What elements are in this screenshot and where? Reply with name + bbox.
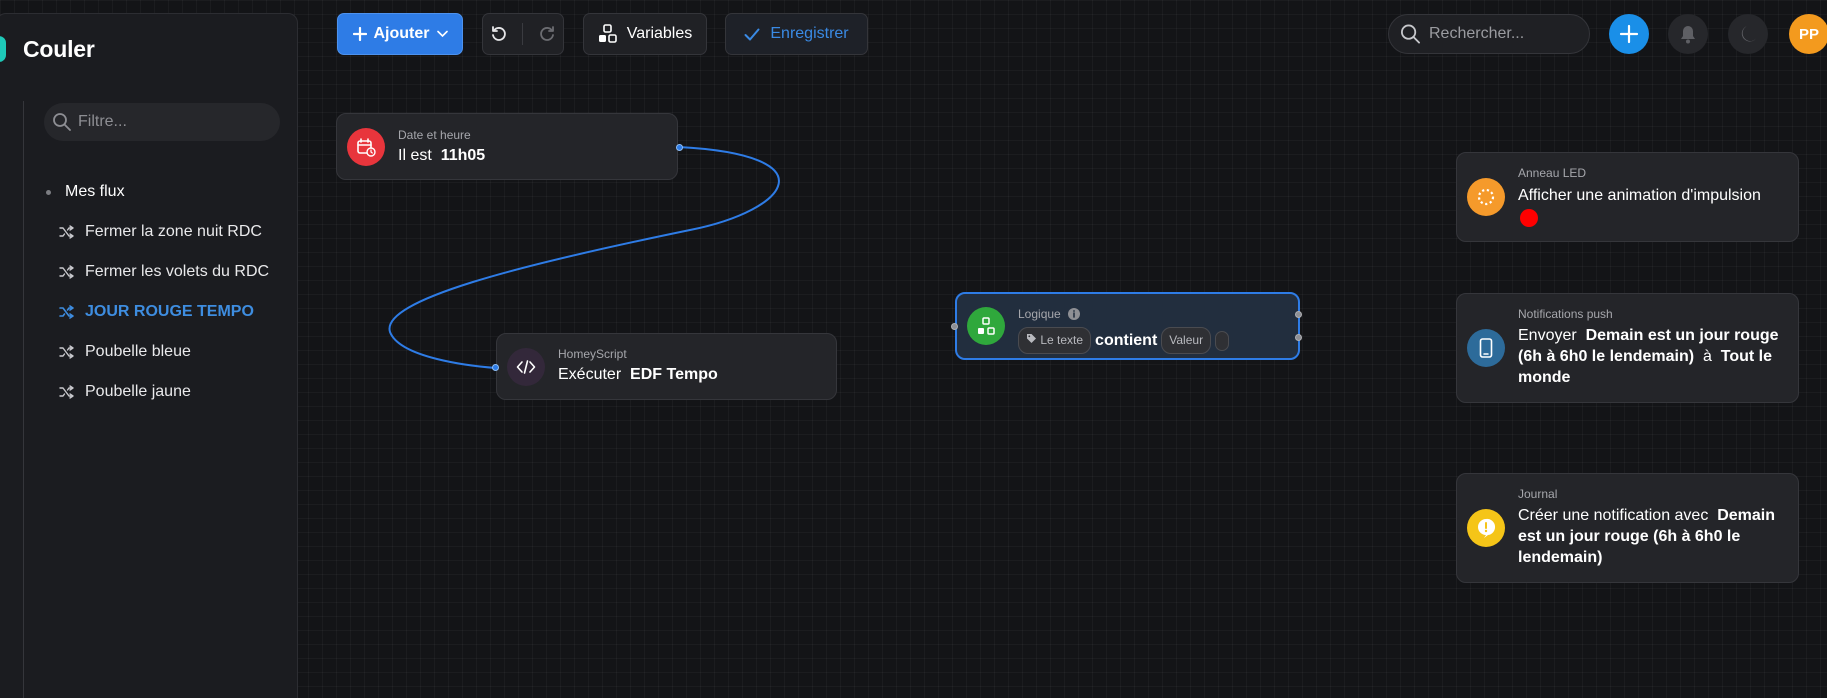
card-text-prefix: Créer une notification avec [1518, 507, 1709, 524]
variables-button[interactable]: Variables [583, 13, 707, 55]
code-icon [507, 348, 545, 386]
sidebar-item-jour-rouge-tempo[interactable]: JOUR ROUGE TEMPO [59, 303, 254, 321]
variables-button-label: Variables [626, 25, 693, 42]
card-text: Créer une notification avec Demain est u… [1518, 505, 1788, 568]
sidebar-rail [23, 101, 24, 698]
flow-shuffle-icon [59, 265, 74, 279]
search-icon [53, 113, 71, 131]
card-category: Journal [1518, 487, 1558, 501]
sidebar-item-label: Poubelle bleue [85, 343, 191, 360]
sidebar-item-poubelle-jaune[interactable]: Poubelle jaune [59, 383, 191, 401]
input-port[interactable] [951, 323, 958, 330]
sidebar-item-fermer-zone-nuit[interactable]: Fermer la zone nuit RDC [59, 223, 262, 241]
flow-shuffle-icon [59, 385, 74, 399]
card-value: 11h05 [440, 147, 486, 164]
card-text-prefix: Exécuter [558, 366, 622, 383]
card-value: contient [1095, 332, 1158, 349]
tag-icon [1027, 334, 1036, 343]
chevron-down-icon [436, 30, 448, 38]
input-port[interactable] [492, 364, 499, 371]
undo-redo-group [482, 13, 564, 55]
output-port[interactable] [676, 144, 683, 151]
card-category-row: Logique [1018, 307, 1081, 321]
card-text-prefix: Envoyer [1518, 327, 1577, 344]
save-button-label: Enregistrer [770, 25, 849, 42]
card-homeyscript[interactable]: HomeyScript Exécuter EDF Tempo [492, 333, 837, 400]
card-text-prefix: Il est [398, 147, 432, 164]
filter-field[interactable] [44, 103, 280, 141]
redo-icon[interactable] [538, 25, 556, 43]
save-button[interactable]: Enregistrer [725, 13, 868, 55]
card-text: Exécuter EDF Tempo [558, 364, 718, 385]
filter-input[interactable] [78, 113, 268, 131]
create-flow-button[interactable] [1609, 14, 1649, 54]
card-category: Notifications push [1518, 307, 1613, 321]
led-ring-icon [1467, 178, 1505, 216]
variables-icon [598, 24, 617, 43]
true-output-port[interactable] [1295, 311, 1302, 318]
phone-icon [1467, 329, 1505, 367]
info-icon[interactable] [1067, 307, 1081, 321]
sidebar-item-label: Poubelle jaune [85, 383, 191, 400]
logic-icon [967, 307, 1005, 345]
search-input[interactable] [1429, 25, 1589, 43]
sidebar-item-label: Fermer la zone nuit RDC [85, 223, 262, 240]
sidebar-item-label: Fermer les volets du RDC [85, 263, 270, 280]
card-date-time[interactable]: Date et heure Il est 11h05 [336, 113, 683, 180]
card-journal[interactable]: Journal Créer une notification avec Dema… [1456, 473, 1799, 583]
user-avatar[interactable]: PP [1789, 14, 1827, 54]
card-category: Date et heure [398, 128, 471, 142]
false-output-port[interactable] [1295, 334, 1302, 341]
flow-shuffle-icon [59, 305, 74, 319]
card-category: HomeyScript [558, 347, 627, 361]
plus-icon [352, 27, 367, 41]
card-category: Logique [1018, 307, 1061, 321]
flow-shuffle-icon [59, 345, 74, 359]
notifications-button[interactable] [1668, 14, 1708, 54]
color-swatch[interactable] [1520, 209, 1538, 227]
folder-dot-icon [46, 189, 51, 195]
card-led-ring[interactable]: Anneau LED Afficher une animation d'impu… [1456, 152, 1799, 242]
sidebar-item-label: JOUR ROUGE TEMPO [85, 303, 254, 320]
folder-label: Mes flux [65, 183, 125, 200]
search-icon [1401, 24, 1420, 44]
undo-icon[interactable] [490, 25, 508, 43]
folder-mes-flux[interactable]: Mes flux [46, 183, 125, 201]
card-logic[interactable]: Logique Le texte contient Valeur [951, 292, 1302, 360]
card-text: Envoyer Demain est un jour rouge (6h à 6… [1518, 325, 1788, 388]
app-logo-icon [0, 36, 6, 62]
card-value: EDF Tempo [630, 366, 718, 383]
token-chip-label: Le texte [1040, 333, 1084, 347]
sidebar-item-fermer-volets[interactable]: Fermer les volets du RDC [59, 263, 269, 281]
card-connector: à [1702, 348, 1712, 365]
toolbar-divider [522, 23, 524, 45]
card-text: Le texte contient Valeur [1018, 327, 1230, 354]
token-chip[interactable]: Le texte [1018, 327, 1092, 354]
alert-icon [1467, 509, 1505, 547]
bell-icon [1681, 26, 1695, 44]
app-title: Couler [23, 36, 95, 62]
value-chip[interactable]: Valeur [1161, 327, 1212, 354]
sidebar-item-poubelle-bleue[interactable]: Poubelle bleue [59, 343, 191, 361]
flow-shuffle-icon [59, 225, 74, 239]
card-category: Anneau LED [1518, 166, 1587, 180]
moon-icon [1741, 26, 1757, 42]
theme-toggle-button[interactable] [1728, 14, 1768, 54]
check-icon [744, 28, 760, 40]
add-button-label: Ajouter [373, 25, 430, 42]
add-button[interactable]: Ajouter [337, 13, 463, 55]
card-text: Afficher une animation d'impulsion [1518, 187, 1761, 204]
empty-value-field[interactable] [1215, 330, 1230, 351]
search-field[interactable] [1388, 14, 1590, 54]
card-text: Il est 11h05 [398, 145, 485, 166]
calendar-clock-icon [347, 128, 385, 166]
card-push-notification[interactable]: Notifications push Envoyer Demain est un… [1456, 293, 1799, 403]
plus-icon [1619, 24, 1639, 44]
